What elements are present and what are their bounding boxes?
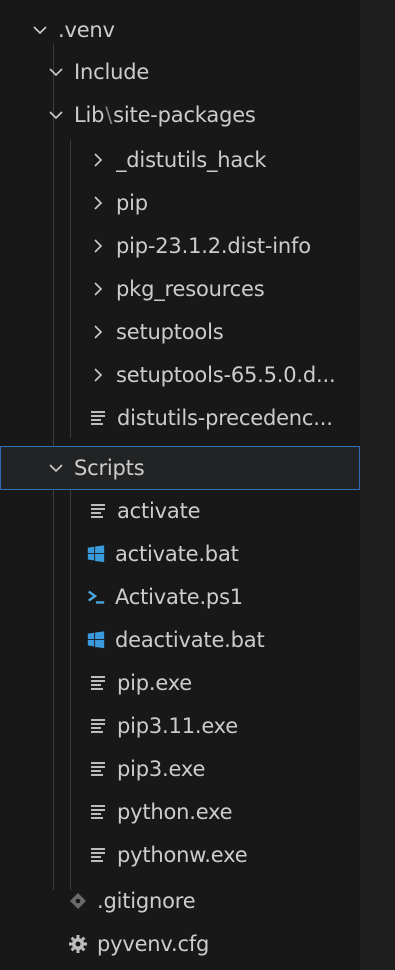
tree-file-item[interactable]: pyvenv.cfg bbox=[0, 922, 360, 966]
tree-item-label: pip bbox=[116, 191, 148, 215]
tree-item-label: .gitignore bbox=[97, 889, 196, 913]
tree-item-label: pip-23.1.2.dist-info bbox=[116, 234, 311, 258]
chevron-right-icon bbox=[90, 366, 106, 384]
tree-item-label: pkg_resources bbox=[116, 277, 265, 301]
windows-icon bbox=[86, 544, 106, 564]
chevron-down-icon bbox=[48, 63, 64, 81]
windows-icon bbox=[86, 630, 106, 650]
tree-item-label: pyvenv.cfg bbox=[97, 932, 210, 956]
powershell-icon bbox=[86, 587, 106, 607]
tree-item-label: pip.exe bbox=[117, 671, 193, 695]
text-file-icon bbox=[88, 501, 108, 521]
text-file-icon bbox=[88, 802, 108, 822]
tree-file-item[interactable]: .gitignore bbox=[0, 879, 360, 923]
tree-item-label: pip3.11.exe bbox=[117, 714, 238, 738]
text-file-icon bbox=[88, 408, 108, 428]
tree-item-label: activate.bat bbox=[115, 542, 239, 566]
tree-item-label: _distutils_hack bbox=[116, 148, 267, 172]
tree-item-label: python.exe bbox=[117, 800, 233, 824]
text-file-icon bbox=[88, 673, 108, 693]
git-icon bbox=[68, 891, 88, 911]
tree-folder-scripts[interactable]: Scripts bbox=[0, 446, 360, 490]
tree-file-item[interactable]: python.exe bbox=[0, 790, 360, 834]
tree-file-item[interactable]: activate.bat bbox=[0, 532, 360, 576]
tree-item-label: distutils-precedenc... bbox=[117, 406, 333, 430]
tree-file-item[interactable]: Activate.ps1 bbox=[0, 575, 360, 619]
tree-item-label: .venv bbox=[58, 18, 115, 42]
chevron-down-icon bbox=[48, 106, 64, 124]
tree-item-label: Scripts bbox=[74, 456, 145, 480]
tree-item-label: pip3.exe bbox=[117, 757, 206, 781]
tree-file-item[interactable]: pip.exe bbox=[0, 661, 360, 705]
tree-folder-item[interactable]: pip-23.1.2.dist-info bbox=[0, 224, 360, 268]
tree-folder-item[interactable]: setuptools bbox=[0, 310, 360, 354]
tree-folder-include[interactable]: Include bbox=[0, 50, 360, 94]
file-explorer-tree: .venv Include Lib\site-packages _distuti… bbox=[0, 0, 360, 970]
tree-folder-venv[interactable]: .venv bbox=[0, 8, 360, 52]
editor-area-edge bbox=[360, 0, 395, 970]
chevron-right-icon bbox=[90, 194, 106, 212]
chevron-down-icon bbox=[32, 21, 48, 39]
tree-file-item[interactable]: pip3.11.exe bbox=[0, 704, 360, 748]
tree-file-item[interactable]: deactivate.bat bbox=[0, 618, 360, 662]
tree-item-label: Activate.ps1 bbox=[115, 585, 243, 609]
tree-item-label: activate bbox=[117, 499, 201, 523]
tree-item-label: deactivate.bat bbox=[115, 628, 265, 652]
chevron-right-icon bbox=[90, 151, 106, 169]
chevron-right-icon bbox=[90, 280, 106, 298]
tree-file-item[interactable]: distutils-precedenc... bbox=[0, 396, 360, 440]
gear-icon bbox=[68, 934, 88, 954]
folder-segment-lib: Lib bbox=[74, 103, 105, 127]
chevron-right-icon bbox=[90, 237, 106, 255]
tree-item-label: Lib\site-packages bbox=[74, 103, 256, 127]
tree-folder-item[interactable]: pkg_resources bbox=[0, 267, 360, 311]
tree-item-label: setuptools-65.5.0.d... bbox=[116, 363, 336, 387]
path-separator: \ bbox=[105, 103, 113, 127]
text-file-icon bbox=[88, 845, 108, 865]
chevron-down-icon bbox=[48, 459, 64, 477]
tree-folder-lib-site-packages[interactable]: Lib\site-packages bbox=[0, 93, 360, 137]
chevron-right-icon bbox=[90, 323, 106, 341]
tree-folder-item[interactable]: setuptools-65.5.0.d... bbox=[0, 353, 360, 397]
text-file-icon bbox=[88, 759, 108, 779]
tree-folder-item[interactable]: pip bbox=[0, 181, 360, 225]
tree-file-item[interactable]: pythonw.exe bbox=[0, 833, 360, 877]
tree-item-label: pythonw.exe bbox=[117, 843, 248, 867]
tree-item-label: Include bbox=[74, 60, 150, 84]
tree-file-item[interactable]: activate bbox=[0, 489, 360, 533]
tree-file-item[interactable]: pip3.exe bbox=[0, 747, 360, 791]
tree-folder-item[interactable]: _distutils_hack bbox=[0, 138, 360, 182]
tree-item-label: setuptools bbox=[116, 320, 224, 344]
folder-segment-site-packages: site-packages bbox=[113, 103, 256, 127]
text-file-icon bbox=[88, 716, 108, 736]
